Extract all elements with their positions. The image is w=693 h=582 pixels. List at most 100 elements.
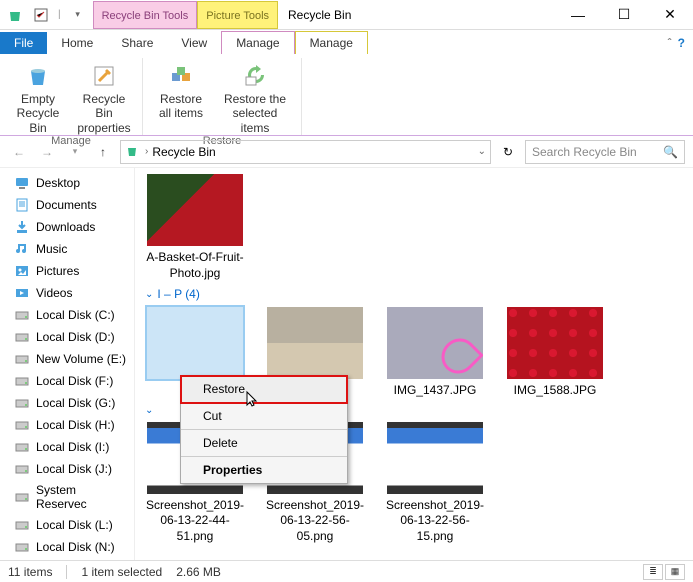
sidebar-item[interactable]: Local Disk (G:) [0, 392, 134, 414]
share-tab[interactable]: Share [107, 32, 167, 54]
minimize-button[interactable]: — [555, 0, 601, 30]
sidebar-item-label: Local Disk (I:) [36, 440, 109, 454]
sidebar-item[interactable]: Local Disk (F:) [0, 370, 134, 392]
sidebar-item[interactable]: Videos [0, 282, 134, 304]
thumbnail [147, 307, 243, 379]
up-button[interactable]: ↑ [92, 141, 114, 163]
videos-icon [14, 285, 30, 301]
window-controls: — ☐ ✕ [555, 0, 693, 30]
sidebar-item[interactable]: Music [0, 238, 134, 260]
sidebar-item[interactable]: Local Disk (J:) [0, 458, 134, 480]
context-menu-delete[interactable]: Delete [181, 430, 347, 457]
recycle-bin-tools-tab[interactable]: Recycle Bin Tools [93, 1, 198, 29]
sidebar-item[interactable]: Local Disk (D:) [0, 326, 134, 348]
recycle-bin-icon [6, 6, 24, 24]
recent-dropdown[interactable]: ▾ [64, 141, 86, 163]
thumbnails-view-button[interactable]: ▦ [665, 564, 685, 580]
context-menu-restore[interactable]: Restore [181, 376, 347, 403]
empty-recycle-bin-button[interactable]: Empty Recycle Bin [10, 60, 66, 135]
sidebar-item-label: Desktop [36, 176, 80, 190]
disk-icon [14, 461, 30, 477]
sidebar-item-label: Local Disk (F:) [36, 374, 113, 388]
sidebar-item[interactable]: Documents [0, 194, 134, 216]
status-size: 2.66 MB [176, 565, 221, 579]
breadcrumb-dropdown[interactable]: ⌄ [478, 146, 486, 157]
restore-all-button[interactable]: Restore all items [153, 60, 209, 135]
qat-dropdown-icon[interactable]: ▾ [69, 6, 87, 24]
sidebar-item[interactable]: Desktop [0, 172, 134, 194]
disk-icon [14, 395, 30, 411]
breadcrumb[interactable]: › Recycle Bin ⌄ [120, 140, 491, 164]
file-name: Screenshot_2019-06-13-22-56-05.png [265, 498, 365, 545]
sidebar-item[interactable]: Local Disk (C:) [0, 304, 134, 326]
file-tab[interactable]: File [0, 32, 47, 54]
ribbon-group-manage: Empty Recycle Bin Recycle Bin properties… [0, 58, 143, 135]
sidebar-item[interactable]: Local Disk (N:) [0, 536, 134, 558]
manage-recycle-tab[interactable]: Manage [221, 31, 294, 54]
help-icon[interactable]: ? [678, 36, 685, 50]
properties-icon [90, 62, 118, 90]
music-icon [14, 241, 30, 257]
sidebar-item[interactable]: System Reservec [0, 480, 134, 514]
restore-selected-icon [241, 62, 269, 90]
sidebar-item[interactable]: Local Disk (L:) [0, 514, 134, 536]
sidebar-item-label: Local Disk (N:) [36, 540, 115, 554]
refresh-button[interactable]: ↻ [497, 141, 519, 163]
restore-all-icon [167, 62, 195, 90]
sidebar-item-label: Local Disk (J:) [36, 462, 112, 476]
thumbnail [387, 307, 483, 379]
address-bar: ← → ▾ ↑ › Recycle Bin ⌄ ↻ Search Recycle… [0, 136, 693, 168]
sidebar-item[interactable]: Local Disk (I:) [0, 436, 134, 458]
properties-icon[interactable] [32, 6, 50, 24]
maximize-button[interactable]: ☐ [601, 0, 647, 30]
file-name: A-Basket-Of-Fruit-Photo.jpg [145, 250, 245, 281]
sidebar-item-label: System Reservec [36, 483, 128, 511]
restore-selected-button[interactable]: Restore the selected items [219, 60, 291, 135]
navigation-pane[interactable]: Desktop Documents Downloads Music Pictures Vi… [0, 168, 135, 560]
disk-icon [14, 307, 30, 323]
context-menu-cut[interactable]: Cut [181, 403, 347, 430]
breadcrumb-text[interactable]: Recycle Bin [152, 145, 215, 159]
collapse-ribbon-icon[interactable]: ˆ [668, 36, 672, 50]
chevron-down-icon: ⌄ [145, 405, 153, 416]
file-item[interactable]: A-Basket-Of-Fruit-Photo.jpg [145, 174, 245, 281]
file-name: IMG_1588.JPG [514, 383, 597, 399]
sidebar-item-label: Music [36, 242, 67, 256]
status-selected-count: 1 item selected [81, 565, 162, 579]
file-item[interactable]: IMG_1588.JPG [505, 307, 605, 399]
sidebar-item-label: Documents [36, 198, 97, 212]
thumbnail [147, 174, 243, 246]
group-header-label: I – P (4) [157, 287, 199, 301]
ribbon: Empty Recycle Bin Recycle Bin properties… [0, 54, 693, 136]
status-item-count: 11 items [8, 565, 52, 579]
view-tab[interactable]: View [167, 32, 221, 54]
group-header[interactable]: ⌄ I – P (4) [145, 287, 683, 301]
chevron-right-icon[interactable]: › [145, 146, 148, 157]
close-button[interactable]: ✕ [647, 0, 693, 30]
context-menu-properties[interactable]: Properties [181, 457, 347, 483]
sidebar-item[interactable]: Local Disk (H:) [0, 414, 134, 436]
sidebar-item-label: Videos [36, 286, 72, 300]
manage-picture-tab[interactable]: Manage [295, 31, 368, 54]
forward-button[interactable]: → [36, 141, 58, 163]
back-button[interactable]: ← [8, 141, 30, 163]
cursor-icon [245, 390, 263, 413]
sidebar-item[interactable]: Downloads [0, 216, 134, 238]
file-name: Screenshot_2019-06-13-22-44-51.png [145, 498, 245, 545]
disk-icon [14, 373, 30, 389]
search-placeholder: Search Recycle Bin [532, 145, 637, 159]
sidebar-item[interactable]: New Volume (E:) [0, 348, 134, 370]
home-tab[interactable]: Home [47, 32, 107, 54]
details-view-button[interactable]: ≣ [643, 564, 663, 580]
file-item[interactable]: Screenshot_2019-06-13-22-56-15.png [385, 422, 485, 545]
document-icon [14, 197, 30, 213]
file-item[interactable]: IMG_1437.JPG [385, 307, 485, 399]
sidebar-item-label: New Volume (E:) [36, 352, 126, 366]
title-bar: | ▾ Recycle Bin Tools Picture Tools Recy… [0, 0, 693, 30]
picture-tools-tab[interactable]: Picture Tools [197, 1, 278, 29]
search-input[interactable]: Search Recycle Bin 🔍 [525, 140, 685, 164]
sidebar-item[interactable]: Pictures [0, 260, 134, 282]
recycle-bin-properties-button[interactable]: Recycle Bin properties [76, 60, 132, 135]
desktop-icon [14, 175, 30, 191]
content-pane[interactable]: A-Basket-Of-Fruit-Photo.jpg⌄ I – P (4)02… [135, 168, 693, 560]
